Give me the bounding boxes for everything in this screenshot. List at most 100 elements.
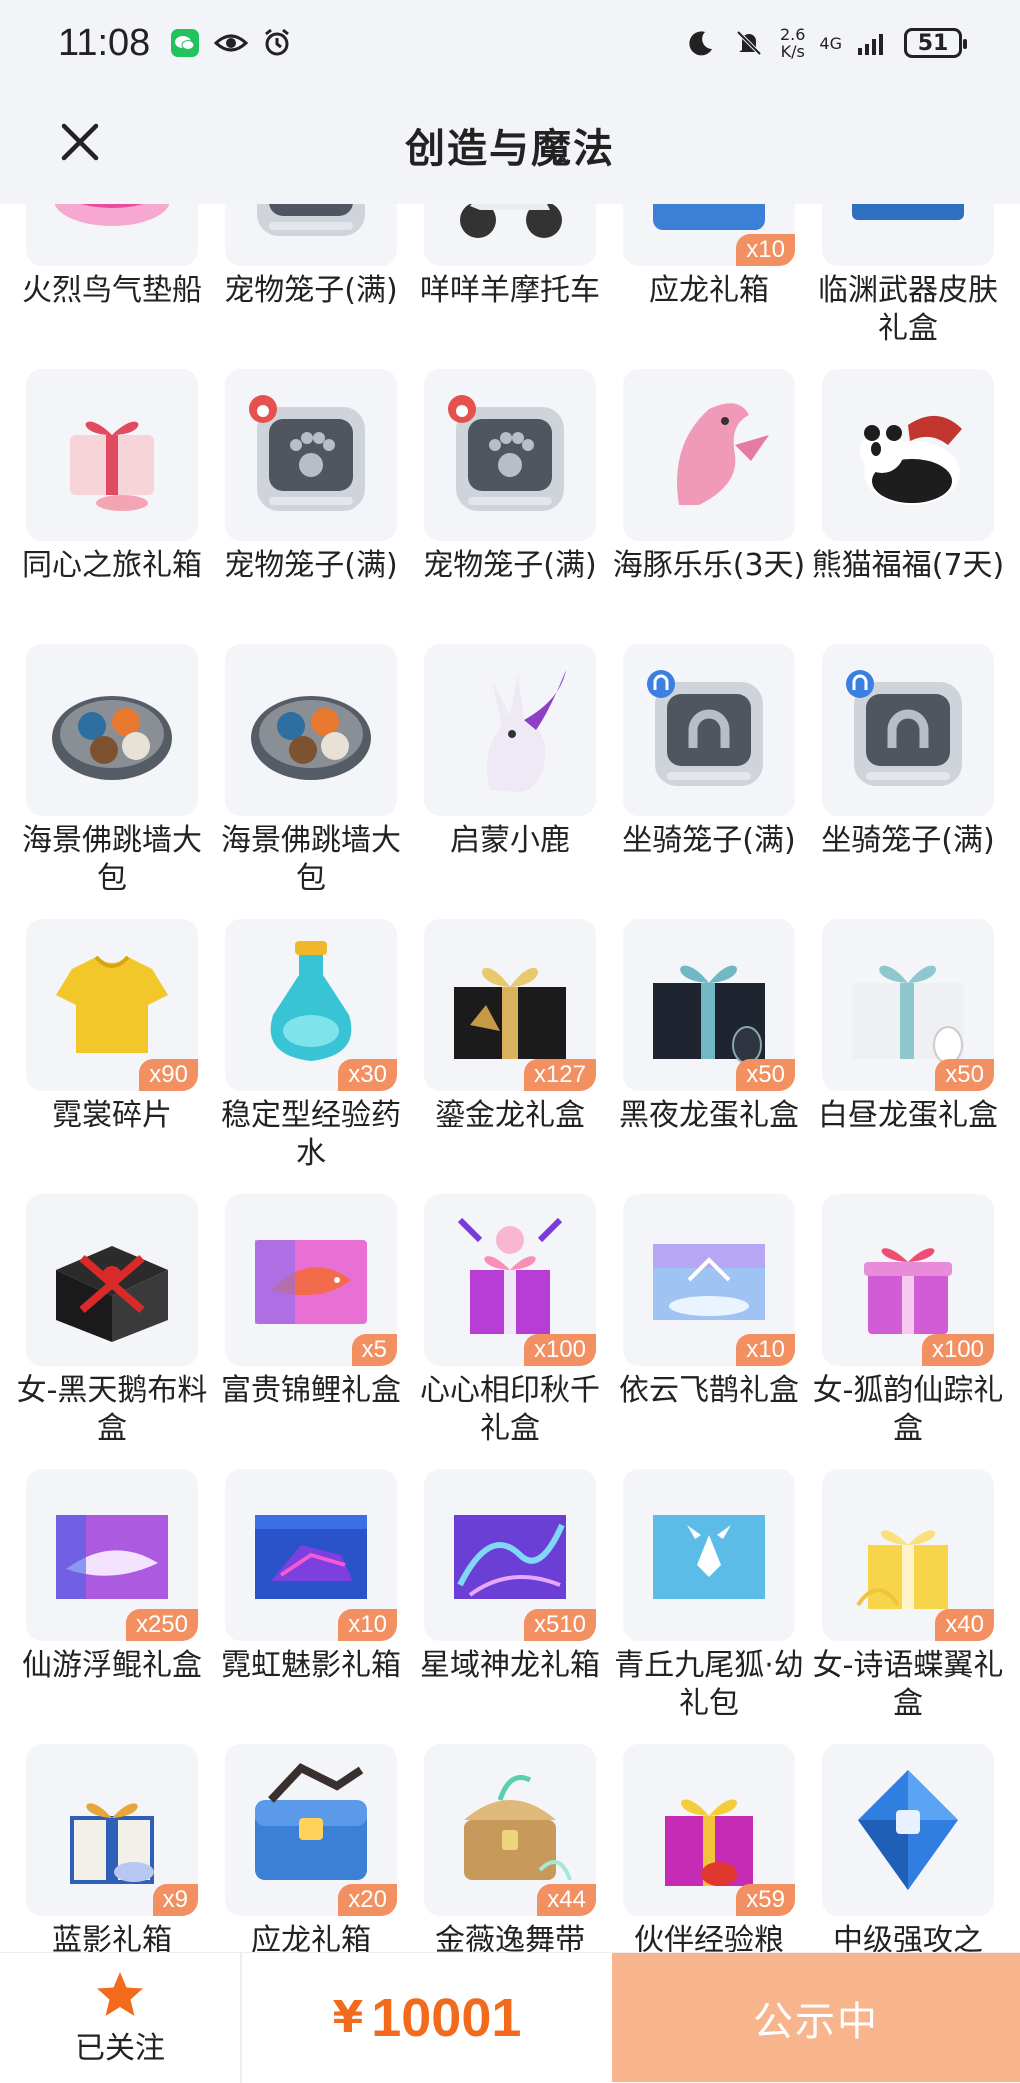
- item-thumbnail: [225, 644, 397, 816]
- item-card[interactable]: 宠物笼子(满): [224, 369, 398, 644]
- scooter-icon: [460, 204, 562, 238]
- item-name: 女-黑天鹅布料盒: [16, 1373, 208, 1446]
- item-card[interactable]: x127 鎏金龙礼盒: [424, 919, 596, 1194]
- item-card[interactable]: 宠物笼子(满): [423, 369, 597, 644]
- item-card[interactable]: 宠物笼子(满): [224, 204, 398, 369]
- item-card[interactable]: x100 女-狐韵仙踪礼盒: [813, 1194, 1003, 1469]
- item-name: 宠物笼子(满): [224, 273, 398, 308]
- quantity-badge: x30: [338, 1059, 397, 1091]
- item-thumbnail: [424, 204, 596, 266]
- item-card[interactable]: 熊猫福福(7天): [812, 369, 1004, 644]
- item-card[interactable]: x100 心心相印秋千礼盒: [420, 1194, 600, 1469]
- item-name: 金薇逸舞带: [435, 1923, 585, 1952]
- item-card[interactable]: PINK 火烈鸟气垫船: [22, 204, 202, 369]
- item-card[interactable]: x30 稳定型经验药水: [221, 919, 401, 1194]
- item-thumbnail: [623, 1469, 795, 1641]
- item-name: 海豚乐乐(3天): [612, 548, 806, 583]
- item-name: 伙伴经验粮: [634, 1923, 784, 1952]
- blue-chest-icon: [255, 1763, 367, 1880]
- item-name: 应龙礼箱: [649, 273, 769, 308]
- close-button[interactable]: [50, 112, 110, 172]
- koi-box-icon: [255, 1240, 367, 1324]
- item-thumbnail: x100: [424, 1194, 596, 1366]
- item-card[interactable]: x50 白昼龙蛋礼盒: [818, 919, 998, 1194]
- quantity-badge: x100: [523, 1334, 596, 1366]
- item-card[interactable]: x510 星域神龙礼箱: [420, 1469, 600, 1744]
- item-name: 坐骑笼子(满): [622, 823, 796, 858]
- item-name: 熊猫福福(7天): [811, 548, 1005, 583]
- star-icon: [97, 1972, 143, 2016]
- mount-cage-icon: [647, 670, 763, 786]
- item-card[interactable]: x44 金薇逸舞带: [424, 1744, 596, 1952]
- quantity-badge: x50: [935, 1059, 994, 1091]
- item-card[interactable]: x59 伙伴经验粮: [623, 1744, 795, 1952]
- item-card[interactable]: x90 霓裳碎片: [26, 919, 198, 1194]
- item-card[interactable]: 中级强攻之: [822, 1744, 994, 1952]
- item-thumbnail: x20: [225, 1744, 397, 1916]
- quantity-badge: x90: [139, 1059, 198, 1091]
- quantity-badge: x44: [537, 1884, 596, 1916]
- item-name: 海景佛跳墙大包: [221, 823, 401, 896]
- dumpling-plate-icon: [52, 696, 172, 780]
- item-thumbnail: [623, 369, 795, 541]
- wechat-icon: [168, 26, 202, 60]
- heart-gift-icon: [70, 421, 154, 511]
- item-card[interactable]: 海景佛跳墙大包: [22, 644, 202, 919]
- status-bar: 11:08 2.6 K/s 4G 51: [0, 0, 1020, 86]
- quantity-badge: x10: [338, 1609, 397, 1641]
- item-card[interactable]: x10 霓虹魅影礼箱: [221, 1469, 401, 1744]
- item-name: 宠物笼子(满): [423, 548, 597, 583]
- item-card[interactable]: 咩咩羊摩托车: [420, 204, 600, 369]
- item-card[interactable]: 海豚乐乐(3天): [613, 369, 805, 644]
- item-card[interactable]: x10 应龙礼箱: [623, 204, 795, 369]
- item-card[interactable]: 海景佛跳墙大包: [221, 644, 401, 919]
- item-name: 中级强攻之: [833, 1923, 983, 1952]
- item-thumbnail: x50: [623, 919, 795, 1091]
- item-thumbnail: [26, 644, 198, 816]
- item-card[interactable]: x50 黑夜龙蛋礼盒: [619, 919, 799, 1194]
- blue-gift-icon: [70, 1803, 154, 1884]
- item-card[interactable]: x5 富贵锦鲤礼盒: [221, 1194, 401, 1469]
- item-card[interactable]: 临渊武器皮肤礼盒: [818, 204, 998, 369]
- item-card[interactable]: x9 蓝影礼箱: [26, 1744, 198, 1952]
- blue-box-icon: [852, 204, 964, 220]
- item-name: 霓裳碎片: [52, 1098, 172, 1133]
- item-thumbnail: [822, 369, 994, 541]
- price: ¥ 10001: [242, 1953, 612, 2082]
- item-card[interactable]: 青丘九尾狐·幼礼包: [614, 1469, 804, 1744]
- item-thumbnail: x9: [26, 1744, 198, 1916]
- item-grid-viewport[interactable]: PINK 火烈鸟气垫船宠物笼子(满) 咩咩羊摩托车 x10 应龙礼箱 临渊武器皮肤礼盒同心…: [0, 204, 1020, 1952]
- item-name: 坐骑笼子(满): [821, 823, 995, 858]
- mute-bell-icon: [732, 26, 766, 60]
- item-card[interactable]: 坐骑笼子(满): [622, 644, 796, 919]
- yellow-gift-icon: [856, 1530, 948, 1609]
- follow-button[interactable]: 已关注: [0, 1953, 242, 2083]
- item-thumbnail: x44: [424, 1744, 596, 1916]
- item-card[interactable]: 坐骑笼子(满): [821, 644, 995, 919]
- item-card[interactable]: 启蒙小鹿: [424, 644, 596, 919]
- quantity-badge: x100: [921, 1334, 994, 1366]
- follow-label: 已关注: [75, 2031, 165, 2066]
- item-name: 白昼龙蛋礼盒: [818, 1098, 998, 1133]
- publicity-status-button[interactable]: 公示中: [612, 1953, 1020, 2082]
- item-card[interactable]: x250 仙游浮鲲礼盒: [22, 1469, 202, 1744]
- item-name: 依云飞鹊礼盒: [619, 1373, 799, 1408]
- network-type: 4G: [819, 35, 842, 52]
- item-card[interactable]: 同心之旅礼箱: [22, 369, 202, 644]
- network-label: 4G: [819, 33, 842, 53]
- quantity-badge: x10: [736, 1334, 795, 1366]
- item-name: 鎏金龙礼盒: [435, 1098, 585, 1133]
- sky-box-icon: [653, 1244, 765, 1320]
- red-ribbon-box-icon: [56, 1246, 168, 1342]
- item-card[interactable]: x10 依云飞鹊礼盒: [619, 1194, 799, 1469]
- item-card[interactable]: x40 女-诗语蝶翼礼盒: [813, 1469, 1003, 1744]
- item-card[interactable]: 女-黑天鹅布料盒: [17, 1194, 207, 1469]
- moon-icon: [684, 26, 718, 60]
- pet-cage-icon: [257, 204, 365, 236]
- purple-gift-icon: [864, 1248, 952, 1334]
- item-thumbnail: x90: [26, 919, 198, 1091]
- item-name: 宠物笼子(满): [224, 548, 398, 583]
- item-thumbnail: x50: [822, 919, 994, 1091]
- quantity-badge: x127: [523, 1059, 596, 1091]
- item-card[interactable]: x20 应龙礼箱: [225, 1744, 397, 1952]
